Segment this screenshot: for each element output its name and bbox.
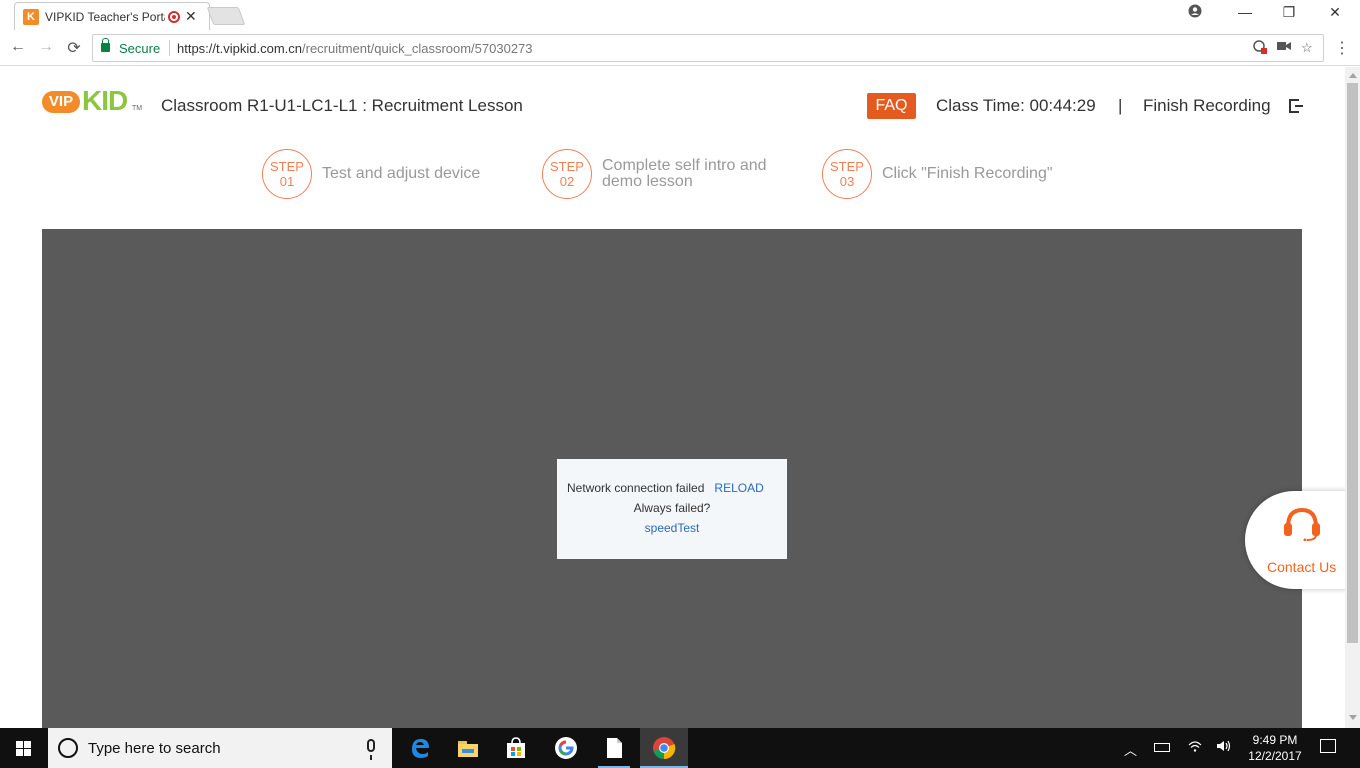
taskbar-search[interactable]: Type here to search	[48, 728, 392, 768]
windows-taskbar: Type here to search ︿ 9:49 PM 12/2/2017	[0, 728, 1360, 768]
taskbar-store[interactable]	[492, 728, 540, 768]
chrome-icon	[653, 737, 676, 760]
step-2-text: Complete self intro and demo lesson	[602, 158, 767, 190]
clock-time: 9:49 PM	[1252, 733, 1298, 747]
edge-icon	[412, 739, 429, 758]
logo-tm: TM	[132, 105, 143, 112]
finish-recording-button[interactable]: Finish Recording	[1143, 96, 1271, 116]
contact-us-label: Contact Us	[1267, 559, 1337, 575]
page-title: Classroom R1-U1-LC1-L1 : Recruitment Les…	[161, 96, 523, 115]
scroll-up-arrow-icon[interactable]	[1349, 73, 1357, 78]
restore-button[interactable]: ❐	[1266, 4, 1312, 21]
taskbar-edge[interactable]	[396, 728, 444, 768]
scroll-thumb[interactable]	[1347, 83, 1358, 643]
chrome-menu-icon[interactable]: ⋮	[1334, 38, 1350, 58]
always-failed-text: Always failed?	[633, 501, 711, 515]
step-3-text: Click "Finish Recording"	[882, 166, 1053, 182]
address-bar[interactable]: Secure https://t.vipkid.com.cn/recruitme…	[92, 34, 1324, 62]
logo-vip: VIP	[42, 91, 80, 113]
faq-button[interactable]: FAQ	[867, 93, 916, 119]
google-icon	[555, 737, 577, 759]
url-path: /recruitment/quick_classroom/57030273	[302, 41, 533, 56]
header-divider: |	[1118, 96, 1123, 115]
show-hidden-icons-chevron-icon[interactable]: ︿	[1124, 740, 1137, 759]
step-3-badge: STEP 03	[822, 149, 872, 199]
tab-title: VIPKID Teacher's Portal	[45, 10, 165, 24]
step-3-text-line1: Click "Finish Recording"	[882, 165, 1053, 182]
browser-tab[interactable]: K VIPKID Teacher's Portal ✕	[14, 2, 210, 30]
logo-kid: KID	[82, 85, 128, 116]
page-scrollbar[interactable]	[1345, 67, 1360, 728]
browser-toolbar: ← → ⟳ Secure https://t.vipkid.com.cn/rec…	[0, 30, 1360, 66]
step-2-number: 02	[559, 174, 575, 189]
classroom-stage: Network connection failed RELOAD Always f…	[42, 229, 1302, 728]
taskbar-file-explorer[interactable]	[444, 728, 492, 768]
step-2-text-line1: Complete self intro and	[602, 157, 767, 174]
account-icon[interactable]	[1172, 4, 1218, 21]
secure-label: Secure	[119, 41, 161, 56]
error-message: Network connection failed	[567, 481, 705, 495]
new-tab-button[interactable]	[206, 7, 246, 25]
speedtest-link[interactable]: speedTest	[557, 521, 787, 535]
url-text[interactable]: https://t.vipkid.com.cn/recruitment/quic…	[177, 41, 533, 56]
taskbar-chrome[interactable]	[640, 728, 688, 768]
vipkid-favicon-icon: K	[23, 9, 39, 25]
class-time: Class Time: 00:44:29	[936, 96, 1096, 115]
cortana-icon	[58, 738, 78, 758]
reload-link[interactable]: RELOAD	[714, 481, 763, 495]
minimize-button[interactable]: —	[1222, 4, 1268, 20]
classroom-page: VIP KID TM Classroom R1-U1-LC1-L1 : Recr…	[0, 67, 1345, 728]
tab-close-icon[interactable]: ✕	[185, 8, 197, 25]
windows-logo-icon	[16, 741, 32, 756]
headset-icon	[1284, 507, 1320, 541]
forward-arrow-icon[interactable]: →	[36, 38, 56, 56]
battery-icon[interactable]	[1154, 743, 1170, 752]
lock-icon	[101, 38, 110, 52]
exit-icon[interactable]	[1289, 99, 1303, 113]
system-clock[interactable]: 9:49 PM 12/2/2017	[1240, 732, 1310, 764]
bookmark-star-icon[interactable]: ☆	[1301, 40, 1313, 56]
browser-titlebar: K VIPKID Teacher's Portal ✕ — ❐ ✕	[0, 0, 1360, 30]
step-3-number: 03	[839, 174, 855, 189]
step-1-badge: STEP 01	[262, 149, 312, 199]
reload-icon[interactable]: ⟳	[64, 38, 84, 58]
recording-indicator-icon	[168, 11, 180, 23]
contact-us-button[interactable]: Contact Us	[1245, 491, 1345, 589]
action-center-icon[interactable]	[1320, 739, 1336, 753]
close-window-button[interactable]: ✕	[1312, 4, 1358, 21]
wifi-icon[interactable]	[1188, 740, 1202, 755]
step-1-text: Test and adjust device	[322, 166, 480, 182]
back-arrow-icon[interactable]: ←	[8, 38, 28, 56]
document-icon	[607, 738, 622, 758]
taskbar-notepad[interactable]	[590, 728, 638, 768]
microphone-icon[interactable]	[367, 739, 375, 760]
volume-icon[interactable]	[1216, 740, 1232, 755]
folder-icon	[458, 741, 478, 757]
scroll-down-arrow-icon[interactable]	[1349, 715, 1357, 720]
url-host: https://t.vipkid.com.cn	[177, 41, 302, 56]
step-1-label: STEP	[270, 159, 304, 174]
video-camera-icon[interactable]	[1277, 40, 1291, 55]
camera-blocked-icon[interactable]	[1253, 40, 1267, 57]
clock-date: 12/2/2017	[1248, 749, 1302, 763]
error-message-row: Network connection failed RELOAD	[567, 481, 764, 495]
step-3-label: STEP	[830, 159, 864, 174]
taskbar-google[interactable]	[542, 728, 590, 768]
step-2-badge: STEP 02	[542, 149, 592, 199]
store-bag-icon	[507, 737, 525, 758]
search-placeholder: Type here to search	[88, 740, 221, 757]
network-error-dialog: Network connection failed RELOAD Always f…	[557, 459, 787, 559]
step-2-label: STEP	[550, 159, 584, 174]
step-1-number: 01	[279, 174, 295, 189]
step-1-text-line1: Test and adjust device	[322, 165, 481, 182]
omnibox-divider	[169, 40, 170, 56]
step-2-text-line2: demo lesson	[602, 173, 693, 190]
start-button[interactable]	[0, 728, 48, 768]
